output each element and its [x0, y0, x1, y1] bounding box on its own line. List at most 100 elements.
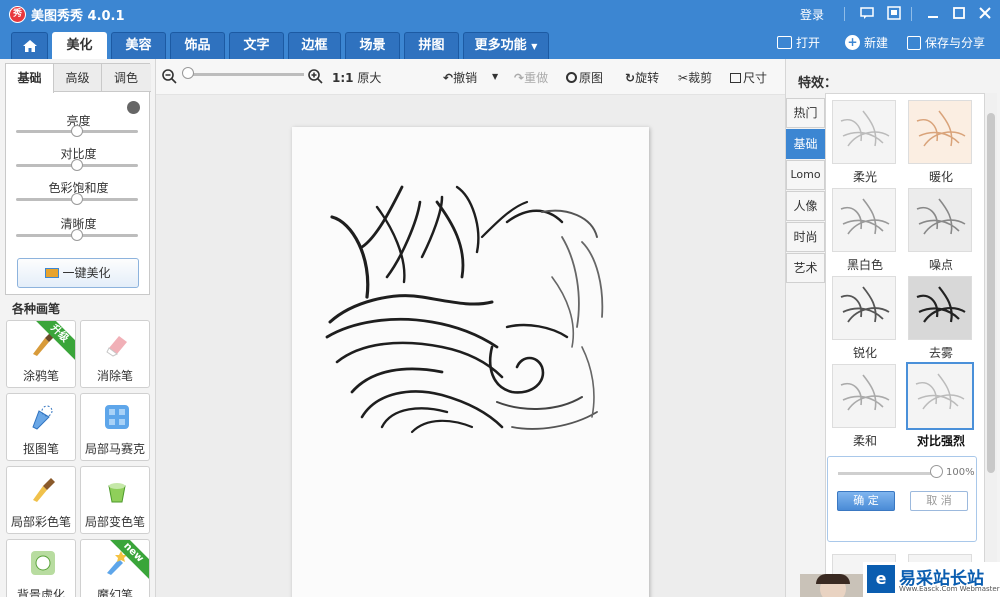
effect-strength-knob[interactable] [930, 465, 943, 478]
effect-thumbnail [908, 188, 972, 252]
confirm-button[interactable]: 确 定 [837, 491, 895, 511]
eraser-icon [106, 336, 127, 357]
tab-advanced[interactable]: 高级 [54, 64, 102, 92]
scrollbar-thumb[interactable] [987, 113, 995, 473]
brush-label: 涂鸦笔 [22, 369, 59, 383]
left-panel: 基础 高级 调色 亮度 对比度 色彩饱和度 清晰度 一键美化 各种画笔 升级 涂… [0, 59, 156, 597]
sharpness-slider-knob[interactable] [71, 229, 83, 241]
contrast-slider-knob[interactable] [71, 159, 83, 171]
local-mosaic-tool[interactable]: 局部马赛克 [80, 393, 150, 461]
effect-thumbnail [832, 100, 896, 164]
minimize-icon[interactable] [926, 6, 940, 20]
undo-history-dropdown[interactable]: ▼ [492, 72, 498, 81]
tab-scene[interactable]: 场景 [345, 32, 400, 59]
saturation-slider-knob[interactable] [71, 193, 83, 205]
redo-button[interactable]: ↷重做 [514, 69, 548, 86]
brush-label: 抠图笔 [22, 442, 59, 456]
effect-strength-slider[interactable] [838, 472, 936, 475]
undo-button[interactable]: ↶撤销 [443, 69, 477, 86]
avatar[interactable] [800, 574, 864, 597]
effect-label: 暖化 [928, 170, 953, 184]
close-icon[interactable] [978, 6, 992, 20]
local-recolor-brush-tool[interactable]: 局部变色笔 [80, 466, 150, 534]
tab-collage[interactable]: 拼图 [404, 32, 459, 59]
tab-beauty[interactable]: 美容 [111, 32, 166, 59]
tab-color[interactable]: 调色 [102, 64, 150, 92]
zoom-slider-knob[interactable] [182, 67, 194, 79]
new-button[interactable]: + 新建 [845, 34, 888, 51]
rotate-button[interactable]: ↻旋转 [625, 69, 659, 86]
original-label: 原图 [579, 71, 604, 85]
open-button[interactable]: 打开 [777, 34, 820, 51]
effect-sharpen[interactable]: 锐化 [832, 276, 898, 362]
tab-more-features[interactable]: 更多功能 ▼ [463, 32, 549, 59]
resize-icon [730, 73, 741, 83]
effect-dehaze[interactable]: 去雾 [908, 276, 974, 362]
redo-icon: ↷ [514, 71, 525, 85]
effect-strength-value: 100% [946, 467, 975, 478]
effect-soft-light[interactable]: 柔光 [832, 100, 898, 186]
app-window: 秀 美图秀秀 4.0.1 登录 美化 美容 饰品 文字 边框 场景 拼图 更多功… [0, 0, 1000, 597]
effect-label: 柔和 [852, 434, 877, 448]
effect-thumbnail [832, 364, 896, 428]
chevron-down-icon: ▼ [492, 72, 499, 81]
effect-warm[interactable]: 暖化 [908, 100, 974, 186]
brush-label: 局部变色笔 [84, 515, 145, 529]
effect-soft[interactable]: 柔和 [832, 364, 898, 450]
graffiti-brush-tool[interactable]: 升级 涂鸦笔 [6, 320, 76, 388]
floppy-icon [907, 35, 921, 50]
effect-black-white[interactable]: 黑白色 [832, 188, 898, 274]
zoom-in-icon[interactable] [307, 68, 323, 84]
tab-basic[interactable]: 基础 [6, 64, 54, 93]
zoom-out-icon[interactable] [161, 68, 177, 84]
effect-thumbnail [832, 276, 896, 340]
original-button[interactable]: 原图 [566, 69, 603, 86]
tab-text[interactable]: 文字 [229, 32, 284, 59]
skin-icon[interactable] [887, 6, 901, 20]
brush-label: 消除笔 [96, 369, 133, 383]
tab-beautify[interactable]: 美化 [52, 32, 107, 59]
photo-image[interactable] [292, 127, 649, 597]
tab-accessories[interactable]: 饰品 [170, 32, 225, 59]
save-share-button[interactable]: 保存与分享 [907, 34, 985, 51]
eraser-brush-tool[interactable]: 消除笔 [80, 320, 150, 388]
blur-icon [31, 551, 55, 575]
category-art[interactable]: 艺术 [786, 253, 825, 283]
crop-button[interactable]: ✂裁剪 [678, 69, 712, 86]
rotate-label: 旋转 [635, 71, 660, 85]
cutout-brush-tool[interactable]: 抠图笔 [6, 393, 76, 461]
tab-home[interactable] [11, 32, 48, 59]
background-blur-tool[interactable]: 背景虚化 [6, 539, 76, 597]
tab-frame[interactable]: 边框 [288, 32, 341, 59]
mosaic-icon [105, 405, 129, 429]
zoom-slider[interactable] [186, 73, 304, 76]
edit-toolbar: 1:1 原大 ↶撤销 ▼ ↷重做 原图 ↻旋转 ✂裁剪 尺寸 [156, 59, 785, 95]
folder-icon [777, 36, 792, 49]
effect-noise[interactable]: 噪点 [908, 188, 974, 274]
chat-icon[interactable] [860, 6, 874, 20]
category-portrait[interactable]: 人像 [786, 191, 825, 221]
save-share-label: 保存与分享 [925, 36, 986, 50]
category-popular[interactable]: 热门 [786, 98, 825, 128]
redo-label: 重做 [524, 71, 549, 85]
cancel-button[interactable]: 取 消 [910, 491, 968, 511]
effects-scrollbar[interactable] [985, 93, 997, 597]
canvas-area[interactable] [156, 95, 785, 597]
effect-high-contrast[interactable]: 对比强烈 [906, 362, 976, 448]
category-basic[interactable]: 基础 [786, 129, 825, 159]
brightness-slider-knob[interactable] [71, 125, 83, 137]
app-title: 美图秀秀 4.0.1 [31, 9, 125, 24]
effect-strength-popup: 100% 确 定 取 消 [827, 456, 977, 542]
category-fashion[interactable]: 时尚 [786, 222, 825, 252]
original-size-button[interactable]: 1:1 原大 [332, 69, 381, 86]
local-color-brush-tool[interactable]: 局部彩色笔 [6, 466, 76, 534]
magic-brush-tool[interactable]: new 魔幻笔 [80, 539, 150, 597]
category-lomo[interactable]: Lomo [786, 160, 825, 190]
one-click-beautify-button[interactable]: 一键美化 [17, 258, 139, 288]
new-label: 新建 [864, 36, 889, 50]
maximize-icon[interactable] [952, 6, 966, 20]
login-link[interactable]: 登录 [800, 6, 824, 23]
app-logo-icon: 秀 [9, 6, 26, 23]
resize-button[interactable]: 尺寸 [730, 69, 767, 86]
effect-label: 黑白色 [846, 258, 883, 272]
